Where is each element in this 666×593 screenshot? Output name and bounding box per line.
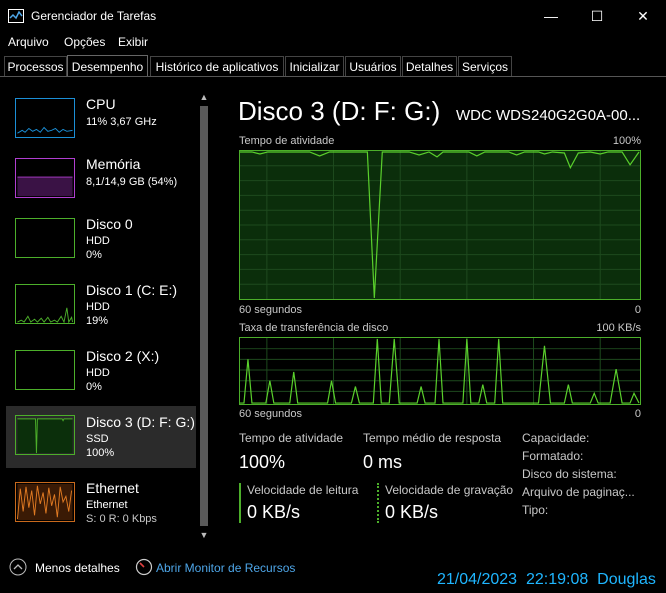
sidebar-item-type: HDD [86, 301, 110, 313]
write-speed-label: Velocidade de gravação [385, 483, 514, 497]
disk-3-thumbnail [15, 415, 75, 455]
title-bar: Gerenciador de Tarefas — ☐ ✕ [0, 0, 666, 32]
sidebar-scrollbar[interactable]: ▲ ▼ [196, 88, 212, 544]
prop-capacity: Capacidade: [522, 431, 590, 445]
prop-system-disk: Disco do sistema: [522, 467, 617, 481]
tab-desempenho[interactable]: Desempenho [67, 55, 148, 77]
tab-processos[interactable]: Processos [4, 56, 67, 76]
sidebar-item-label: Ethernet [86, 480, 139, 496]
tab-inicializar[interactable]: Inicializar [285, 56, 344, 76]
chevron-up-icon[interactable] [9, 558, 27, 576]
minimize-button[interactable]: — [528, 0, 574, 32]
maximize-button[interactable]: ☐ [574, 0, 620, 32]
active-time-graph-timespan: 60 segundos [239, 304, 302, 316]
disk-detail-panel: Disco 3 (D: F: G:) WDC WDS240G2G0A-00...… [220, 78, 666, 544]
sidebar-item-usage: 100% [86, 447, 115, 459]
tab-historico[interactable]: Histórico de aplicativos [150, 56, 284, 76]
prop-type: Tipo: [522, 503, 549, 517]
sidebar-item-type: SSD [86, 433, 109, 445]
scroll-thumb[interactable] [200, 106, 208, 526]
transfer-graph-max: 100 KB/s [596, 322, 641, 334]
active-time-label: Tempo de atividade [239, 431, 344, 445]
sidebar-item-usage: 19% [86, 315, 109, 327]
sidebar-item-label: CPU [86, 96, 116, 112]
sidebar-item-type: HDD [86, 367, 110, 379]
sidebar-item-type: Ethernet [86, 499, 128, 511]
window-title: Gerenciador de Tarefas [31, 9, 157, 23]
performance-sidebar: CPU 11% 3,67 GHz Memória 8,1/14,9 GB (54… [0, 78, 212, 544]
menu-arquivo[interactable]: Arquivo [8, 35, 49, 49]
transfer-graph-timespan: 60 segundos [239, 408, 302, 420]
menu-exibir[interactable]: Exibir [118, 35, 148, 49]
cpu-thumbnail [15, 98, 75, 138]
active-time-graph-label: Tempo de atividade [239, 135, 335, 147]
transfer-rate-graph [239, 337, 641, 405]
active-time-graph-max: 100% [612, 135, 641, 147]
sidebar-item-detail: 8,1/14,9 GB (54%) [86, 176, 178, 188]
scroll-up-icon[interactable]: ▲ [196, 90, 212, 104]
resource-monitor-icon [135, 558, 153, 576]
sidebar-item-disco-2[interactable]: Disco 2 (X:) HDD 0% [6, 344, 196, 406]
scroll-down-icon[interactable]: ▼ [196, 528, 212, 542]
sidebar-item-usage: 0% [86, 249, 102, 261]
tab-detalhes[interactable]: Detalhes [402, 56, 457, 76]
prop-formatted: Formatado: [522, 449, 584, 463]
less-details-button[interactable]: Menos detalhes [35, 561, 120, 575]
sidebar-item-disco-1[interactable]: Disco 1 (C: E:) HDD 19% [6, 278, 196, 340]
sidebar-item-label: Disco 0 [86, 216, 133, 232]
sidebar-item-ethernet[interactable]: Ethernet Ethernet S: 0 R: 0 Kbps [6, 476, 196, 538]
write-speed-indicator [377, 483, 379, 523]
sidebar-item-detail: 11% 3,67 GHz [86, 116, 157, 128]
disk-2-thumbnail [15, 350, 75, 390]
tab-servicos[interactable]: Serviços [458, 56, 512, 76]
ethernet-thumbnail [15, 482, 75, 522]
disk-1-thumbnail [15, 284, 75, 324]
sidebar-item-usage: 0% [86, 381, 102, 393]
active-time-value: 100% [239, 452, 286, 472]
response-time-label: Tempo médio de resposta [363, 431, 502, 445]
sidebar-item-memoria[interactable]: Memória 8,1/14,9 GB (54%) [6, 152, 196, 214]
sidebar-item-type: HDD [86, 235, 110, 247]
menu-opcoes[interactable]: Opções [64, 35, 105, 49]
read-speed-label: Velocidade de leitura [247, 483, 359, 497]
sidebar-item-label: Disco 2 (X:) [86, 348, 160, 364]
sidebar-item-label: Memória [86, 156, 141, 172]
disk-model: WDC WDS240G2G0A-00... [456, 107, 641, 124]
disk-0-thumbnail [15, 218, 75, 258]
tab-divider [0, 76, 666, 77]
transfer-graph-min: 0 [634, 408, 641, 420]
close-button[interactable]: ✕ [620, 0, 666, 32]
sidebar-item-label: Disco 1 (C: E:) [86, 282, 178, 298]
clock-overlay: 21/04/2023 22:19:08 Douglas [437, 571, 656, 588]
write-speed-value: 0 KB/s [385, 502, 439, 522]
prop-page-file: Arquivo de paginaç... [522, 485, 635, 499]
read-speed-indicator [239, 483, 241, 523]
sidebar-item-label: Disco 3 (D: F: G:) [86, 414, 195, 430]
sidebar-item-disco-3[interactable]: Disco 3 (D: F: G:) SSD 100% [6, 406, 196, 468]
tab-usuarios[interactable]: Usuários [345, 56, 401, 76]
page-title: Disco 3 (D: F: G:) [238, 96, 441, 126]
open-resource-monitor-link[interactable]: Abrir Monitor de Recursos [156, 561, 295, 575]
transfer-graph-label: Taxa de transferência de disco [239, 322, 389, 334]
sidebar-item-rate: S: 0 R: 0 Kbps [86, 513, 157, 525]
active-time-graph [239, 150, 641, 300]
memory-thumbnail [15, 158, 75, 198]
active-time-graph-min: 0 [634, 304, 641, 316]
response-time-value: 0 ms [363, 452, 403, 472]
task-manager-icon [8, 9, 24, 23]
tab-bar: Processos Desempenho Histórico de aplica… [0, 55, 666, 77]
sidebar-item-cpu[interactable]: CPU 11% 3,67 GHz [6, 92, 196, 154]
read-speed-value: 0 KB/s [247, 502, 301, 522]
sidebar-item-disco-0[interactable]: Disco 0 HDD 0% [6, 212, 196, 274]
menu-bar: Arquivo Opções Exibir [0, 32, 666, 52]
